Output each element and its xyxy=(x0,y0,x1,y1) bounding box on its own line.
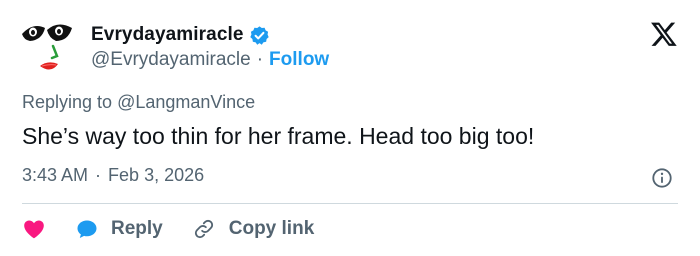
copy-link-button[interactable]: Copy link xyxy=(193,218,315,240)
tweet-time[interactable]: 3:43 AM xyxy=(22,165,88,186)
replying-to-mention[interactable]: @LangmanVince xyxy=(117,92,255,112)
separator-dot: · xyxy=(256,49,264,70)
reply-label: Reply xyxy=(111,218,163,239)
link-icon xyxy=(193,218,215,240)
like-button[interactable] xyxy=(22,217,46,241)
reply-button[interactable]: Reply xyxy=(75,217,163,241)
copy-link-label: Copy link xyxy=(228,218,315,239)
display-name[interactable]: Evrydayamiracle xyxy=(91,24,244,46)
divider xyxy=(22,203,678,204)
author-handle[interactable]: @Evrydayamiracle xyxy=(91,49,251,71)
author-name-row: Evrydayamiracle xyxy=(91,22,270,48)
verified-badge-icon xyxy=(249,25,270,46)
tweet-text: She’s way too thin for her frame. Head t… xyxy=(22,123,535,149)
replying-to-line: Replying to @LangmanVince xyxy=(22,92,255,113)
follow-button[interactable]: Follow xyxy=(269,49,329,71)
heart-icon xyxy=(22,217,46,241)
tweet-embed-card: Evrydayamiracle @Evrydayamiracle · Follo… xyxy=(0,0,700,256)
separator-dot: · xyxy=(95,165,102,185)
tweet-meta: 3:43 AM · Feb 3, 2026 xyxy=(22,165,204,186)
author-handle-row: @Evrydayamiracle · Follow xyxy=(91,47,329,73)
avatar-face-icon xyxy=(22,24,72,70)
info-icon[interactable] xyxy=(651,167,673,189)
action-bar: Reply Copy link xyxy=(22,214,314,244)
avatar[interactable] xyxy=(20,16,80,76)
speech-bubble-icon xyxy=(75,217,99,241)
tweet-date[interactable]: Feb 3, 2026 xyxy=(108,165,204,186)
x-logo-icon[interactable] xyxy=(650,20,678,48)
replying-to-label: Replying to xyxy=(22,92,113,112)
